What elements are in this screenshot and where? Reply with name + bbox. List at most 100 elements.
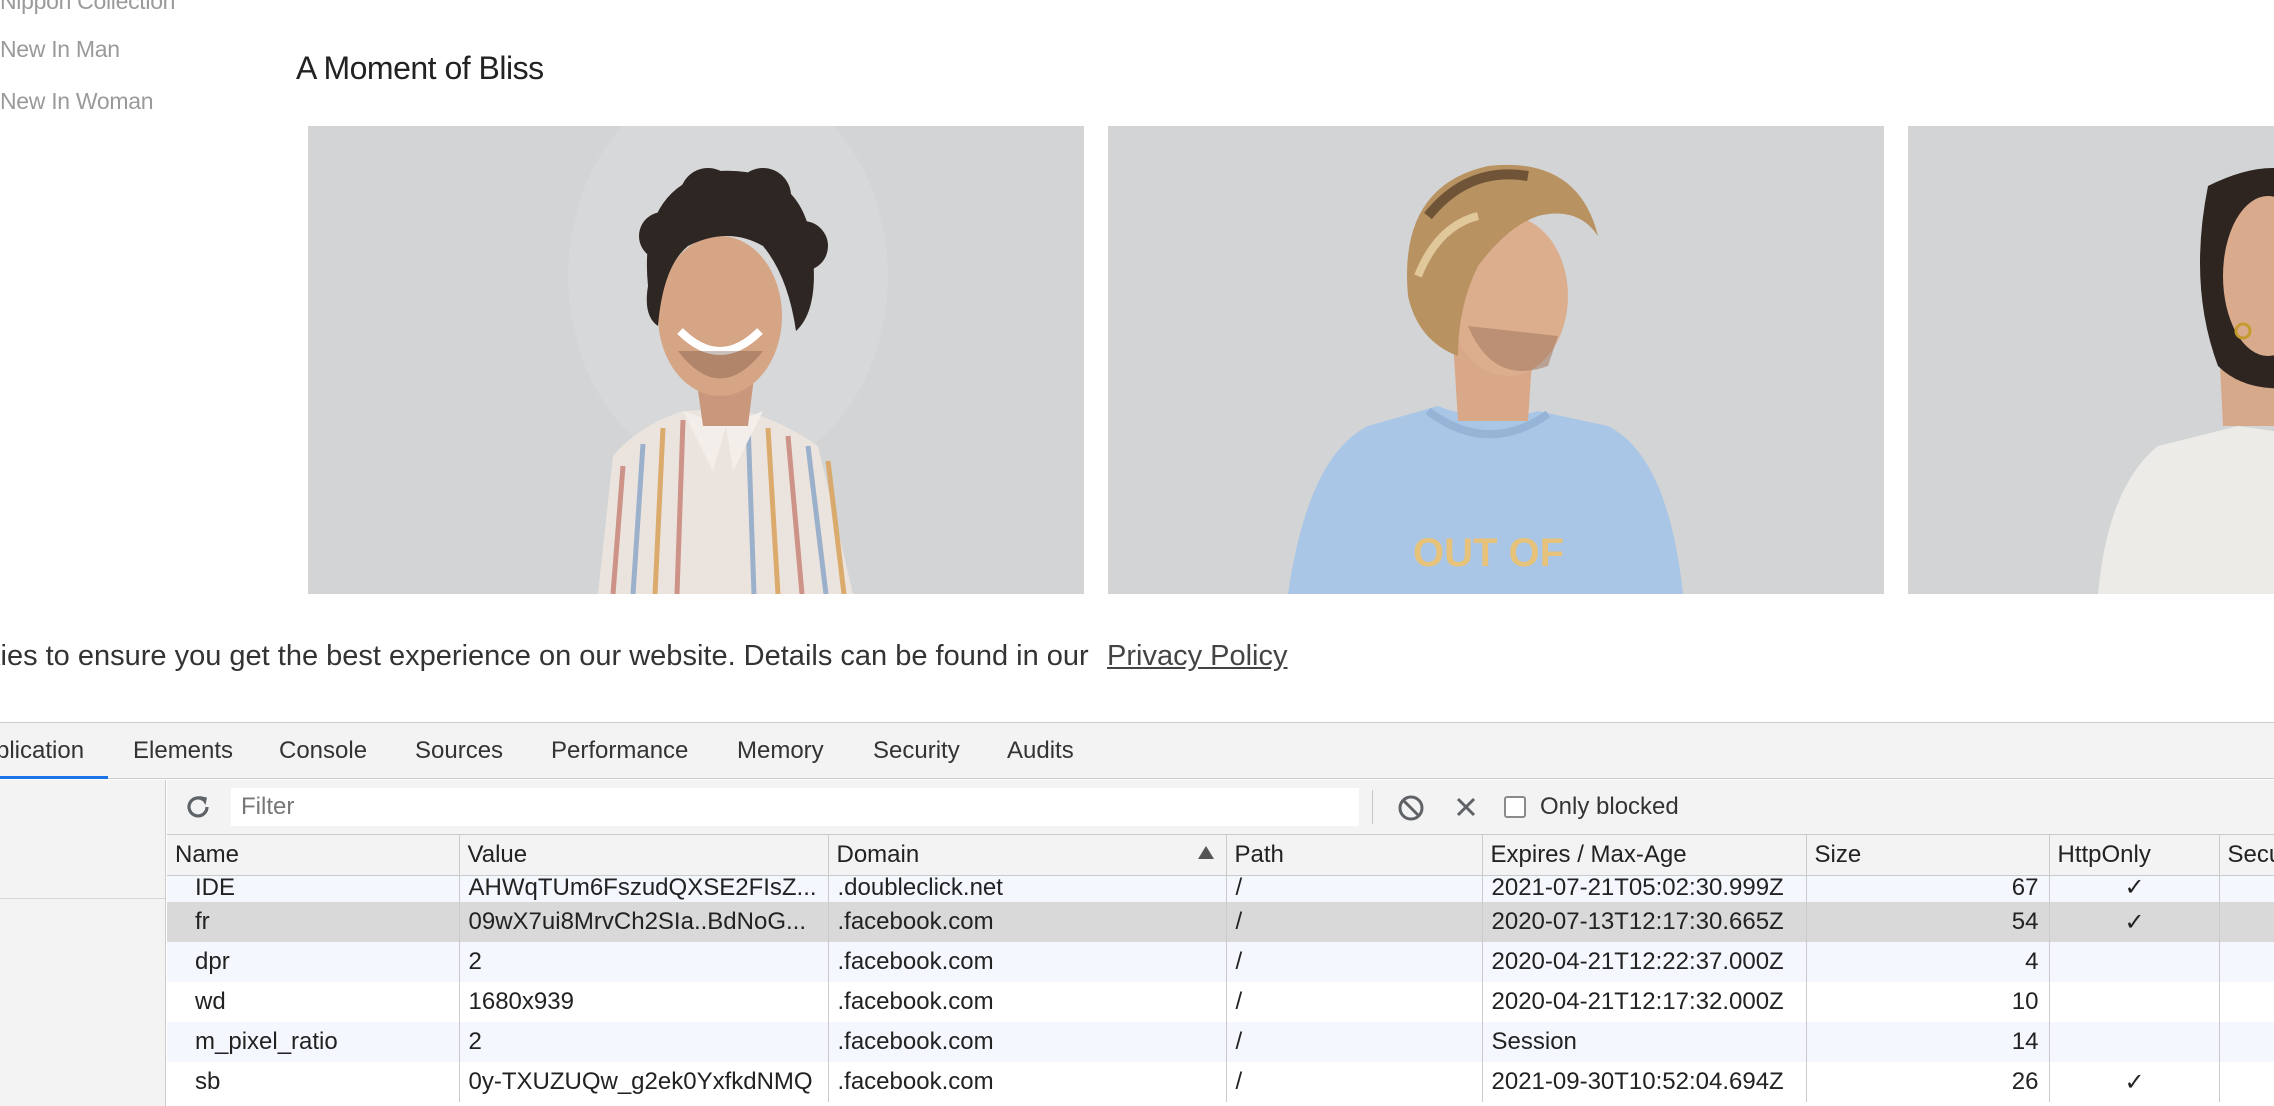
cell-name: fr (167, 902, 460, 942)
photo-man-blue-tshirt: OUT OF (1108, 126, 1884, 594)
tshirt-print: OUT OF (1413, 531, 1564, 575)
column-header-secure[interactable]: Secu (2219, 835, 2274, 876)
cell-name: IDE (167, 875, 460, 902)
cell-expires: Session (1482, 1022, 1807, 1062)
checkbox-box[interactable] (1504, 796, 1526, 818)
cell-value: AHWqTUm6FszudQXSE2FIsZ... (459, 875, 829, 902)
toolbar-divider (1372, 790, 1373, 824)
cell-name: m_pixel_ratio (167, 1022, 460, 1062)
cell-expires: 2021-09-30T10:52:04.694Z (1482, 1062, 1807, 1102)
tab-elements[interactable]: Elements (133, 723, 233, 779)
cell-path: / (1226, 902, 1483, 942)
cell-size: 67 (1806, 875, 2050, 902)
table-row[interactable]: IDE AHWqTUm6FszudQXSE2FIsZ... .doublecli… (167, 875, 2274, 902)
cookies-toolbar: Only blocked (167, 780, 2274, 835)
cell-httponly (2049, 942, 2220, 982)
column-header-size[interactable]: Size (1806, 835, 2050, 876)
cell-expires: 2021-07-21T05:02:30.999Z (1482, 875, 1807, 902)
column-header-value[interactable]: Value (459, 835, 829, 876)
cell-secure (2219, 875, 2274, 902)
photo-man-striped-shirt (308, 126, 1084, 594)
column-header-httponly[interactable]: HttpOnly (2049, 835, 2220, 876)
cell-value: 09wX7ui8MrvCh2SIa..BdNoG... (459, 902, 829, 942)
cell-size: 4 (1806, 942, 2050, 982)
cell-size: 14 (1806, 1022, 2050, 1062)
cell-domain: .facebook.com (828, 902, 1227, 942)
nav-item-new-in-man[interactable]: New In Man (0, 36, 120, 63)
sidebar-divider (0, 898, 165, 899)
cell-domain: .facebook.com (828, 942, 1227, 982)
table-row[interactable]: m_pixel_ratio 2 .facebook.com / Session … (167, 1022, 2274, 1062)
product-photo-3[interactable] (1908, 126, 2274, 594)
block-icon[interactable] (1395, 792, 1427, 824)
cell-expires: 2020-07-13T12:17:30.665Z (1482, 902, 1807, 942)
nav-item-new-in-woman[interactable]: New In Woman (0, 88, 154, 115)
section-title: A Moment of Bliss (296, 50, 544, 86)
photo-woman-sweater (1908, 126, 2274, 594)
cell-secure (2219, 942, 2274, 982)
filter-input[interactable] (231, 788, 1359, 826)
cell-httponly: ✓ (2049, 875, 2220, 902)
devtools-panel: plication Elements Console Sources Perfo… (0, 722, 2274, 1106)
cell-secure (2219, 982, 2274, 1022)
cell-value: 2 (459, 1022, 829, 1062)
tab-console[interactable]: Console (279, 723, 367, 779)
cell-expires: 2020-04-21T12:17:32.000Z (1482, 982, 1807, 1022)
only-blocked-checkbox[interactable]: Only blocked (1504, 788, 1679, 826)
table-row[interactable]: dpr 2 .facebook.com / 2020-04-21T12:22:3… (167, 942, 2274, 982)
tab-audits[interactable]: Audits (1007, 723, 1074, 779)
table-row-selected[interactable]: fr 09wX7ui8MrvCh2SIa..BdNoG... .facebook… (167, 902, 2274, 942)
column-header-domain[interactable]: Domain (828, 835, 1227, 876)
cell-httponly: ✓ (2049, 1062, 2220, 1102)
sort-ascending-icon (1197, 846, 1214, 859)
column-header-name[interactable]: Name (167, 835, 460, 876)
cell-value: 0y-TXUZUQw_g2ek0YxfkdNMQ (459, 1062, 829, 1102)
only-blocked-label: Only blocked (1540, 793, 1679, 820)
cell-value: 1680x939 (459, 982, 829, 1022)
cell-httponly: ✓ (2049, 902, 2220, 942)
application-sidebar[interactable] (0, 780, 166, 1106)
cookies-table: Name Value Domain Path Expires / Max-Age… (167, 835, 2274, 1106)
cell-domain: .facebook.com (828, 1022, 1227, 1062)
cell-httponly (2049, 1022, 2220, 1062)
tab-security[interactable]: Security (873, 723, 960, 779)
product-photo-2[interactable]: OUT OF (1108, 126, 1884, 594)
nav-item-nippon-collection[interactable]: Nippon Collection (0, 0, 175, 15)
cell-domain: .facebook.com (828, 1062, 1227, 1102)
cell-secure (2219, 1022, 2274, 1062)
tab-sources[interactable]: Sources (415, 723, 503, 779)
cell-size: 26 (1806, 1062, 2050, 1102)
column-header-domain-label: Domain (836, 840, 920, 868)
cell-domain: .facebook.com (828, 982, 1227, 1022)
cell-path: / (1226, 942, 1483, 982)
cell-secure (2219, 1062, 2274, 1102)
website-viewport: Nippon Collection New In Man New In Woma… (0, 0, 2274, 722)
product-photo-1[interactable] (308, 126, 1084, 594)
cell-path: / (1226, 1062, 1483, 1102)
cell-name: dpr (167, 942, 460, 982)
column-header-expires[interactable]: Expires / Max-Age (1482, 835, 1807, 876)
cell-expires: 2020-04-21T12:22:37.000Z (1482, 942, 1807, 982)
tab-performance[interactable]: Performance (551, 723, 688, 779)
cell-name: sb (167, 1062, 460, 1102)
privacy-policy-link[interactable]: Privacy Policy (1107, 640, 1288, 673)
table-row[interactable]: wd 1680x939 .facebook.com / 2020-04-21T1… (167, 982, 2274, 1022)
close-icon[interactable] (1451, 792, 1481, 822)
cell-secure (2219, 902, 2274, 942)
cell-name: wd (167, 982, 460, 1022)
tab-application[interactable]: plication (0, 723, 109, 779)
cell-size: 10 (1806, 982, 2050, 1022)
table-header-row: Name Value Domain Path Expires / Max-Age… (167, 835, 2274, 876)
table-row[interactable]: sb 0y-TXUZUQw_g2ek0YxfkdNMQ .facebook.co… (167, 1062, 2274, 1102)
cell-size: 54 (1806, 902, 2050, 942)
column-header-path[interactable]: Path (1226, 835, 1483, 876)
tab-memory[interactable]: Memory (737, 723, 824, 779)
cell-path: / (1226, 875, 1483, 902)
refresh-icon[interactable] (181, 790, 215, 824)
cell-path: / (1226, 1022, 1483, 1062)
devtools-tab-bar: plication Elements Console Sources Perfo… (0, 723, 2274, 779)
cookie-notice-text: kies to ensure you get the best experien… (0, 640, 1089, 672)
cell-value: 2 (459, 942, 829, 982)
cell-domain: .doubleclick.net (828, 875, 1227, 902)
cell-path: / (1226, 982, 1483, 1022)
